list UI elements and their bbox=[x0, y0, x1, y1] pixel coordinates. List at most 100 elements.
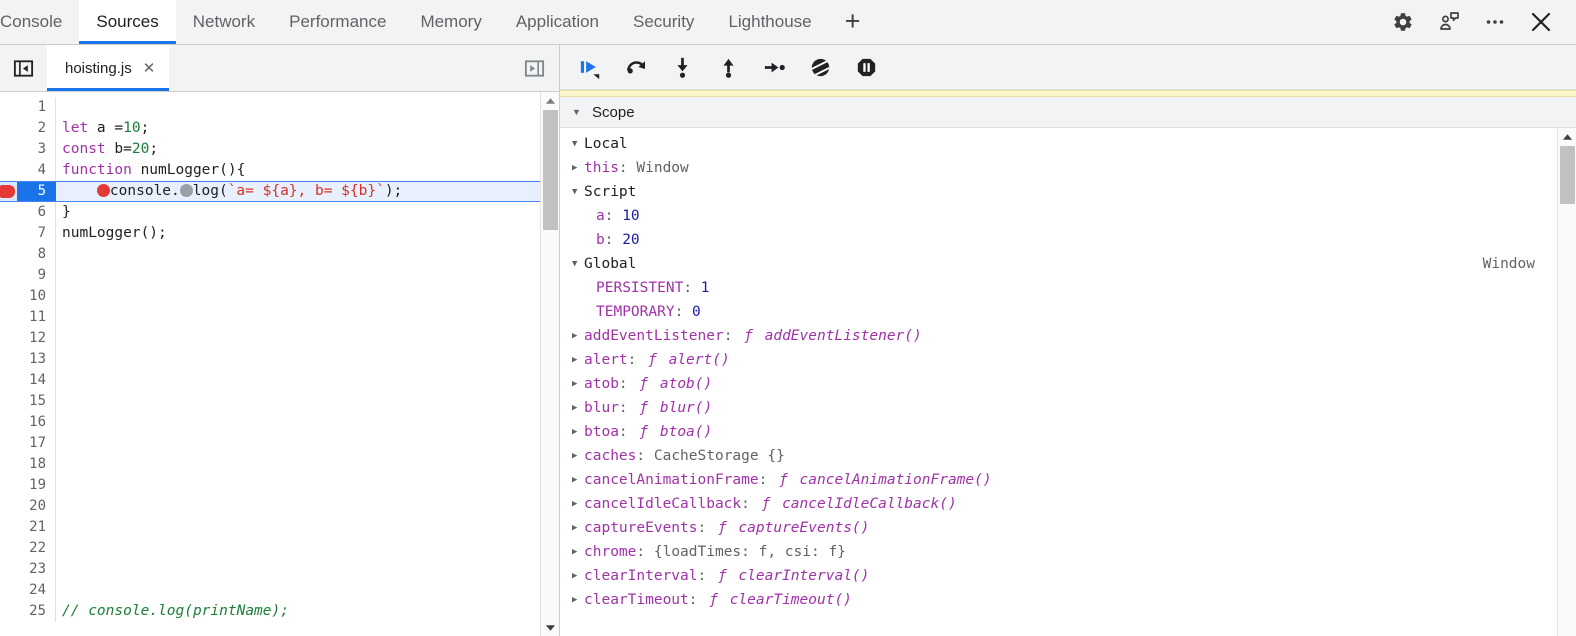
tab-application[interactable]: Application bbox=[499, 0, 616, 44]
scope-property-row[interactable]: ▶ chrome: {loadTimes: f, csi: f} bbox=[560, 540, 1557, 564]
scope-property-row[interactable]: ▶ alert: ƒ alert() bbox=[560, 348, 1557, 372]
scope-property-row[interactable]: PERSISTENT: 1 bbox=[560, 276, 1557, 300]
breakpoint-gutter[interactable] bbox=[0, 286, 17, 307]
tab-performance[interactable]: Performance bbox=[272, 0, 403, 44]
scope-property-row[interactable]: ▶ addEventListener: ƒ addEventListener() bbox=[560, 324, 1557, 348]
file-tab-hoisting-js[interactable]: hoisting.js ✕ bbox=[47, 45, 170, 91]
line-number[interactable]: 10 bbox=[17, 286, 56, 307]
chevron-right-icon[interactable]: ▶ bbox=[572, 444, 584, 468]
breakpoint-gutter[interactable] bbox=[0, 475, 17, 496]
resume-script-execution-button[interactable] bbox=[572, 49, 608, 85]
code-editor[interactable]: 1 2 let a =10; 3 const b=20; 4 function numLog… bbox=[0, 92, 540, 636]
breakpoint-marker-icon[interactable] bbox=[96, 184, 110, 197]
chevron-right-icon[interactable]: ▶ bbox=[572, 372, 584, 396]
line-number[interactable]: 3 bbox=[17, 139, 56, 160]
scope-property-row[interactable]: b: 20 bbox=[560, 228, 1557, 252]
scope-property-row[interactable]: ▶ atob: ƒ atob() bbox=[560, 372, 1557, 396]
chevron-right-icon[interactable]: ▶ bbox=[572, 468, 584, 492]
tab-network[interactable]: Network bbox=[176, 0, 272, 44]
code-line[interactable]: 23 bbox=[0, 559, 540, 580]
chevron-right-icon[interactable]: ▶ bbox=[572, 564, 584, 588]
code-line[interactable]: 10 bbox=[0, 286, 540, 307]
line-number[interactable]: 6 bbox=[17, 202, 56, 223]
scroll-up-icon[interactable] bbox=[1558, 128, 1576, 145]
chevron-right-icon[interactable]: ▶ bbox=[572, 420, 584, 444]
close-icon[interactable]: ✕ bbox=[143, 61, 156, 76]
chevron-right-icon[interactable]: ▶ bbox=[572, 156, 584, 180]
breakpoint-gutter[interactable] bbox=[0, 349, 17, 370]
code-line[interactable]: 7 numLogger(); bbox=[0, 223, 540, 244]
chevron-right-icon[interactable]: ▶ bbox=[572, 492, 584, 516]
breakpoint-gutter[interactable] bbox=[0, 433, 17, 454]
code-line[interactable]: 25 // console.log(printName); bbox=[0, 601, 540, 622]
step-button[interactable] bbox=[756, 49, 792, 85]
code-line[interactable]: 13 bbox=[0, 349, 540, 370]
line-number[interactable]: 9 bbox=[17, 265, 56, 286]
deactivate-breakpoints-button[interactable] bbox=[802, 49, 838, 85]
line-number[interactable]: 8 bbox=[17, 244, 56, 265]
breakpoint-gutter[interactable] bbox=[0, 97, 17, 118]
editor-vertical-scrollbar[interactable] bbox=[540, 92, 559, 636]
scope-property-row[interactable]: TEMPORARY: 0 bbox=[560, 300, 1557, 324]
scope-property-row[interactable]: ▶ blur: ƒ blur() bbox=[560, 396, 1557, 420]
scope-property-row[interactable]: a: 10 bbox=[560, 204, 1557, 228]
breakpoint-gutter[interactable] bbox=[0, 181, 17, 202]
line-number[interactable]: 12 bbox=[17, 328, 56, 349]
line-number[interactable]: 23 bbox=[17, 559, 56, 580]
breakpoint-gutter[interactable] bbox=[0, 139, 17, 160]
line-number[interactable]: 19 bbox=[17, 475, 56, 496]
scrollbar-thumb[interactable] bbox=[542, 110, 558, 230]
show-navigator-icon[interactable] bbox=[0, 45, 47, 91]
breakpoint-gutter[interactable] bbox=[0, 244, 17, 265]
scope-vertical-scrollbar[interactable] bbox=[1557, 128, 1576, 636]
breakpoint-gutter[interactable] bbox=[0, 265, 17, 286]
breakpoint-gutter[interactable] bbox=[0, 223, 17, 244]
scope-group-row[interactable]: ▼ Global Window bbox=[560, 252, 1557, 276]
step-over-next-function-call-button[interactable] bbox=[618, 49, 654, 85]
line-number[interactable]: 18 bbox=[17, 454, 56, 475]
line-number[interactable]: 2 bbox=[17, 118, 56, 139]
line-number[interactable]: 4 bbox=[17, 160, 56, 181]
scope-property-row[interactable]: ▶ this: Window bbox=[560, 156, 1557, 180]
scope-property-row[interactable]: ▶ cancelIdleCallback: ƒ cancelIdleCallbac… bbox=[560, 492, 1557, 516]
feedback-icon[interactable] bbox=[1428, 1, 1470, 43]
breakpoint-gutter[interactable] bbox=[0, 454, 17, 475]
add-panel-button[interactable]: + bbox=[829, 0, 877, 44]
show-debugger-icon[interactable] bbox=[509, 45, 559, 91]
line-number[interactable]: 15 bbox=[17, 391, 56, 412]
code-line[interactable]: 18 bbox=[0, 454, 540, 475]
line-number[interactable]: 24 bbox=[17, 580, 56, 601]
code-line[interactable]: 20 bbox=[0, 496, 540, 517]
breakpoint-gutter[interactable] bbox=[0, 496, 17, 517]
code-line[interactable]: 19 bbox=[0, 475, 540, 496]
breakpoint-marker-secondary-icon[interactable] bbox=[179, 184, 193, 197]
breakpoint-gutter[interactable] bbox=[0, 202, 17, 223]
tab-console[interactable]: Console bbox=[0, 0, 79, 44]
line-number[interactable]: 17 bbox=[17, 433, 56, 454]
line-number[interactable]: 20 bbox=[17, 496, 56, 517]
code-line[interactable]: 9 bbox=[0, 265, 540, 286]
scope-property-row[interactable]: ▶ cancelAnimationFrame: ƒ cancelAnimation… bbox=[560, 468, 1557, 492]
tab-security[interactable]: Security bbox=[616, 0, 711, 44]
chevron-down-icon[interactable]: ▼ bbox=[572, 132, 584, 156]
tab-memory[interactable]: Memory bbox=[403, 0, 498, 44]
scope-property-row[interactable]: ▶ caches: CacheStorage {} bbox=[560, 444, 1557, 468]
scope-property-row[interactable]: ▶ btoa: ƒ btoa() bbox=[560, 420, 1557, 444]
chevron-right-icon[interactable]: ▶ bbox=[572, 540, 584, 564]
code-line[interactable]: 24 bbox=[0, 580, 540, 601]
line-number[interactable]: 25 bbox=[17, 601, 56, 622]
chevron-right-icon[interactable]: ▶ bbox=[572, 588, 584, 612]
line-number[interactable]: 1 bbox=[17, 97, 56, 118]
chevron-down-icon[interactable]: ▼ bbox=[572, 252, 584, 276]
scope-property-row[interactable]: ▶ clearInterval: ƒ clearInterval() bbox=[560, 564, 1557, 588]
breakpoint-gutter[interactable] bbox=[0, 538, 17, 559]
scope-property-row[interactable]: ▶ captureEvents: ƒ captureEvents() bbox=[560, 516, 1557, 540]
scope-section-header[interactable]: ▼ Scope bbox=[560, 97, 1576, 128]
pause-on-exceptions-button[interactable] bbox=[848, 49, 884, 85]
line-number[interactable]: 14 bbox=[17, 370, 56, 391]
code-line[interactable]: 2 let a =10; bbox=[0, 118, 540, 139]
code-line[interactable]: 12 bbox=[0, 328, 540, 349]
breakpoint-gutter[interactable] bbox=[0, 307, 17, 328]
code-line[interactable]: 4 function numLogger(){ bbox=[0, 160, 540, 181]
chevron-right-icon[interactable]: ▶ bbox=[572, 324, 584, 348]
